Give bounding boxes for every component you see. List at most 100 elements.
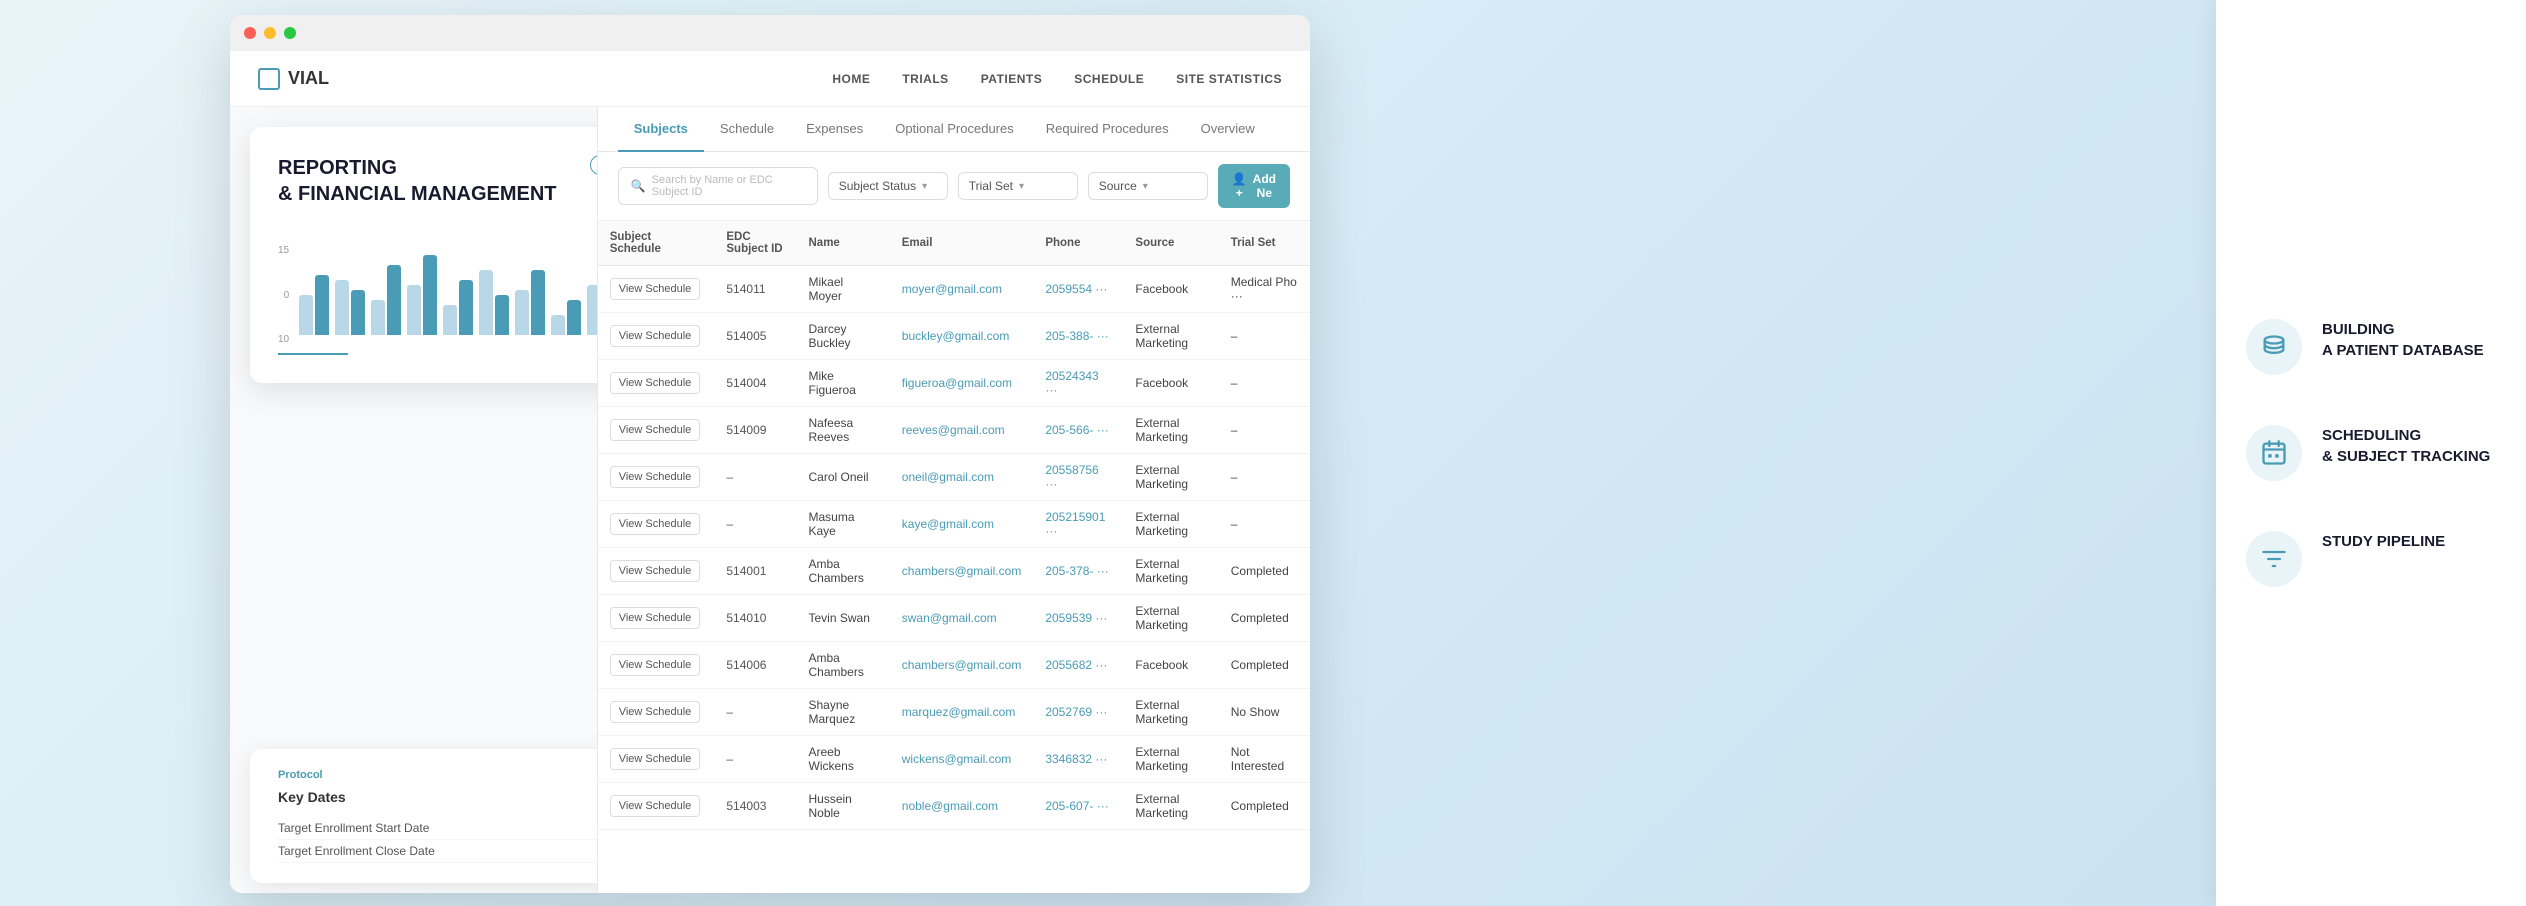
cell-name-3: Nafeesa Reeves xyxy=(797,407,890,454)
nav-trials[interactable]: TRIALS xyxy=(902,72,948,86)
col-trial-set[interactable]: Trial Set xyxy=(1219,221,1310,266)
view-schedule-btn-10[interactable]: View Schedule xyxy=(610,748,701,770)
cell-trialset-10: Not Interested xyxy=(1219,736,1310,783)
calendar-icon-circle xyxy=(2246,425,2302,481)
cell-name-9: Shayne Marquez xyxy=(797,689,890,736)
person-add-icon: 👤+ xyxy=(1232,172,1247,200)
traffic-light-red[interactable] xyxy=(244,27,256,39)
col-name[interactable]: Name xyxy=(797,221,890,266)
info-item-2: SCHEDULING & SUBJECT TRACKING xyxy=(2246,425,2496,481)
logo-text: VIAL xyxy=(288,68,329,89)
nav-patients[interactable]: PATIENTS xyxy=(981,72,1043,86)
view-schedule-btn-9[interactable]: View Schedule xyxy=(610,701,701,723)
cell-trialset-6: Completed xyxy=(1219,548,1310,595)
info-item-1: BUILDING A PATIENT DATABASE xyxy=(2246,319,2496,375)
cell-name-4: Carol Oneil xyxy=(797,454,890,501)
cell-schedule-0: View Schedule xyxy=(598,266,715,313)
trial-set-filter[interactable]: Trial Set ▾ xyxy=(958,172,1078,200)
view-schedule-btn-1[interactable]: View Schedule xyxy=(610,325,701,347)
col-subject-schedule[interactable]: Subject Schedule xyxy=(598,221,715,266)
tab-overview[interactable]: Overview xyxy=(1185,107,1271,152)
subjects-table: Subject Schedule EDC Subject ID Name Ema… xyxy=(598,221,1310,830)
bar-light xyxy=(587,285,597,335)
nav-home[interactable]: HOME xyxy=(832,72,870,86)
cell-source-2: Facebook xyxy=(1123,360,1218,407)
traffic-light-green[interactable] xyxy=(284,27,296,39)
tab-optional-procedures[interactable]: Optional Procedures xyxy=(879,107,1030,152)
bar-light xyxy=(551,315,565,335)
cell-trialset-0: Medical Pho ··· xyxy=(1219,266,1310,313)
chevron-down-icon-2: ▾ xyxy=(1019,181,1024,192)
tab-required-procedures[interactable]: Required Procedures xyxy=(1030,107,1185,152)
cell-trialset-9: No Show xyxy=(1219,689,1310,736)
cell-source-4: External Marketing xyxy=(1123,454,1218,501)
view-schedule-btn-0[interactable]: View Schedule xyxy=(610,278,701,300)
info-title-1: BUILDING A PATIENT DATABASE xyxy=(2322,319,2484,361)
table-row: View Schedule 514005 Darcey Buckley buck… xyxy=(598,313,1310,360)
cell-edc-10: – xyxy=(714,736,796,783)
cell-name-7: Tevin Swan xyxy=(797,595,890,642)
add-new-button[interactable]: 👤+ Add Ne xyxy=(1218,164,1290,208)
col-source[interactable]: Source xyxy=(1123,221,1218,266)
cell-edc-0: 514011 xyxy=(714,266,796,313)
cell-phone-0: 2059554 ··· xyxy=(1033,266,1123,313)
cell-source-8: Facebook xyxy=(1123,642,1218,689)
view-schedule-btn-6[interactable]: View Schedule xyxy=(610,560,701,582)
cell-trialset-7: Completed xyxy=(1219,595,1310,642)
cell-name-5: Masuma Kaye xyxy=(797,501,890,548)
cell-edc-3: 514009 xyxy=(714,407,796,454)
reporting-card: enrolling REPORTING & FINANCIAL MANAGEME… xyxy=(250,127,597,383)
col-email[interactable]: Email xyxy=(890,221,1034,266)
view-schedule-btn-4[interactable]: View Schedule xyxy=(610,466,701,488)
cell-edc-8: 514006 xyxy=(714,642,796,689)
view-schedule-btn-8[interactable]: View Schedule xyxy=(610,654,701,676)
left-panel: enrolling REPORTING & FINANCIAL MANAGEME… xyxy=(230,107,597,893)
database-icon-circle xyxy=(2246,319,2302,375)
tab-subjects[interactable]: Subjects xyxy=(618,107,704,152)
cell-source-3: External Marketing xyxy=(1123,407,1218,454)
bar-dark xyxy=(495,295,509,335)
cell-email-11: noble@gmail.com xyxy=(890,783,1034,830)
cell-schedule-1: View Schedule xyxy=(598,313,715,360)
nav-site-statistics[interactable]: SITE STATISTICS xyxy=(1176,72,1282,86)
info-text-2: SCHEDULING & SUBJECT TRACKING xyxy=(2322,425,2490,467)
table-row: View Schedule 514001 Amba Chambers chamb… xyxy=(598,548,1310,595)
cell-edc-7: 514010 xyxy=(714,595,796,642)
source-filter[interactable]: Source ▾ xyxy=(1088,172,1208,200)
col-edc-subject-id[interactable]: EDC Subject ID xyxy=(714,221,796,266)
cell-email-8: chambers@gmail.com xyxy=(890,642,1034,689)
nav-links: HOME TRIALS PATIENTS SCHEDULE SITE STATI… xyxy=(832,72,1282,86)
search-input[interactable]: 🔍 Search by Name or EDC Subject ID xyxy=(618,167,818,205)
key-dates-title: Key Dates xyxy=(278,789,597,805)
subject-status-filter[interactable]: Subject Status ▾ xyxy=(828,172,948,200)
table-scroll[interactable]: Subject Schedule EDC Subject ID Name Ema… xyxy=(598,221,1310,830)
view-schedule-btn-5[interactable]: View Schedule xyxy=(610,513,701,535)
cell-email-2: figueroa@gmail.com xyxy=(890,360,1034,407)
cell-email-1: buckley@gmail.com xyxy=(890,313,1034,360)
cell-trialset-3: – xyxy=(1219,407,1310,454)
view-schedule-btn-2[interactable]: View Schedule xyxy=(610,372,701,394)
traffic-light-yellow[interactable] xyxy=(264,27,276,39)
cell-schedule-11: View Schedule xyxy=(598,783,715,830)
info-item-3: STUDY PIPELINE xyxy=(2246,531,2496,587)
subjects-panel: Subjects Schedule Expenses Optional Proc… xyxy=(597,107,1310,893)
cell-name-1: Darcey Buckley xyxy=(797,313,890,360)
cell-phone-10: 3346832 ··· xyxy=(1033,736,1123,783)
bar-group-7 xyxy=(515,270,545,335)
tab-expenses[interactable]: Expenses xyxy=(790,107,879,152)
cell-phone-3: 205-566- ··· xyxy=(1033,407,1123,454)
cell-edc-4: – xyxy=(714,454,796,501)
chevron-down-icon: ▾ xyxy=(922,181,927,192)
bar-group-9 xyxy=(587,285,597,335)
info-text-1: BUILDING A PATIENT DATABASE xyxy=(2322,319,2484,361)
cell-trialset-2: – xyxy=(1219,360,1310,407)
view-schedule-btn-7[interactable]: View Schedule xyxy=(610,607,701,629)
view-schedule-btn-3[interactable]: View Schedule xyxy=(610,419,701,441)
search-icon: 🔍 xyxy=(631,179,646,193)
bar-group-4 xyxy=(407,255,437,335)
cell-source-7: External Marketing xyxy=(1123,595,1218,642)
nav-schedule[interactable]: SCHEDULE xyxy=(1074,72,1144,86)
tab-schedule[interactable]: Schedule xyxy=(704,107,790,152)
view-schedule-btn-11[interactable]: View Schedule xyxy=(610,795,701,817)
col-phone[interactable]: Phone xyxy=(1033,221,1123,266)
